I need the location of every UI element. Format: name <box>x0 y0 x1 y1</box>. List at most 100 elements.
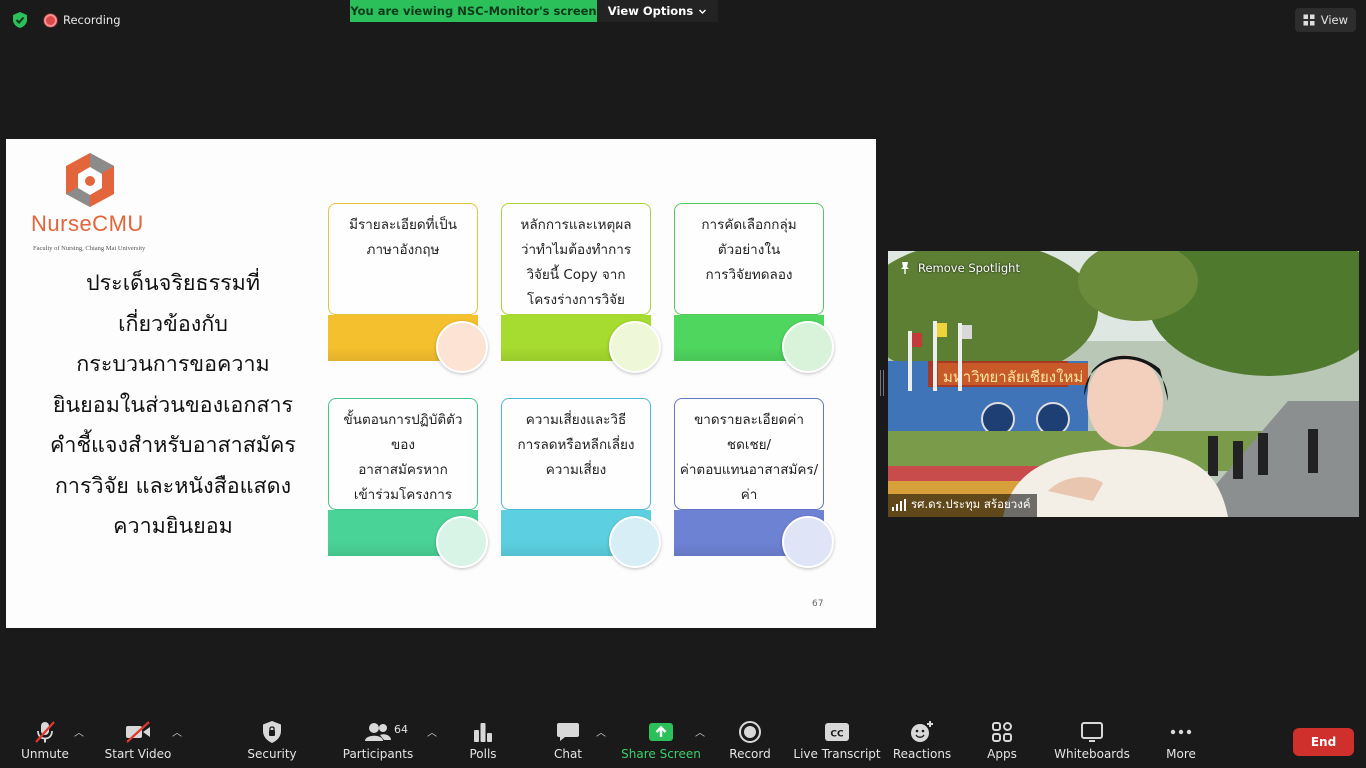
slide-card-text-line: ว่าทำไมต้องทำการ <box>520 242 632 258</box>
slide-card-text-line: หลักการและเหตุผล <box>520 217 632 233</box>
slide-card-text-line: อาสาสมัครหาก <box>358 462 448 478</box>
record-button[interactable]: Record <box>705 720 795 761</box>
apps-label: Apps <box>987 747 1017 761</box>
apps-button[interactable]: Apps <box>957 720 1047 761</box>
record-label: Record <box>729 747 771 761</box>
slide-title-line: ประเด็นจริยธรรมที่ <box>85 271 261 296</box>
view-label: View <box>1320 13 1348 27</box>
live-transcript-label: Live Transcript <box>793 747 881 761</box>
reactions-button[interactable]: Reactions <box>877 720 967 761</box>
chat-options-caret-icon[interactable]: ︿ <box>596 724 606 739</box>
slide-card-text: ความเสี่ยงและวิธีการลดหรือหลีกเลี่ยงความ… <box>501 408 651 483</box>
whiteboards-button[interactable]: Whiteboards <box>1047 720 1137 761</box>
slide-card-text: การคัดเลือกกลุ่ม ตัวอย่างใน การวิจัยทดลอง <box>674 213 824 288</box>
slide-card-circle <box>436 516 488 568</box>
view-options-label: View Options <box>607 4 694 18</box>
remove-spotlight-label: Remove Spotlight <box>918 261 1020 275</box>
view-options-button[interactable]: View Options <box>597 0 718 22</box>
signal-strength-icon <box>892 499 906 511</box>
shield-icon[interactable] <box>10 10 30 30</box>
slide-title-line: เกี่ยวข้องกับ <box>118 311 228 337</box>
video-options-caret-icon[interactable]: ︿ <box>172 724 182 739</box>
end-meeting-button[interactable]: End <box>1293 728 1354 756</box>
shared-slide: NurseCMU Faculty of Nursing, Chiang Mai … <box>6 139 876 628</box>
logo-subtitle: Faculty of Nursing, Chiang Mai Universit… <box>33 245 146 252</box>
end-label: End <box>1310 735 1337 749</box>
slide-card-text-line: ความเสี่ยงและวิธี <box>525 412 627 428</box>
chevron-down-icon <box>699 9 707 14</box>
slide-card-text-line: ค่าตอบแทนอาสาสมัคร/ค่า <box>679 462 819 503</box>
live-transcript-button[interactable]: CC Live Transcript <box>792 720 882 761</box>
participants-options-caret-icon[interactable]: ︿ <box>427 724 437 739</box>
video-background: มหาวิทยาลัยเชียงใหม่ <box>888 251 1359 517</box>
slide-card-circle <box>436 321 488 373</box>
chat-label: Chat <box>553 747 583 761</box>
grid-view-icon <box>1303 14 1315 26</box>
participants-count: 64 <box>394 723 408 736</box>
slide-card-text-line: การวิจัยทดลอง <box>705 267 793 283</box>
remove-spotlight-button[interactable]: Remove Spotlight <box>898 261 1020 275</box>
recording-indicator[interactable]: Recording <box>44 13 121 27</box>
whiteboard-icon <box>1081 722 1103 742</box>
participant-name: รศ.ดร.ประทุม สร้อยวงค์ <box>911 497 1031 511</box>
participants-button[interactable]: Participants <box>333 720 423 761</box>
polls-button[interactable]: Polls <box>438 720 528 761</box>
slide-page-number: 67 <box>812 599 824 609</box>
slide-card-text-line: เข้าร่วมโครงการ <box>353 487 453 503</box>
more-button[interactable]: More <box>1136 720 1226 761</box>
chat-bubble-icon <box>557 723 579 741</box>
meeting-status: Recording <box>10 10 121 30</box>
unmute-label: Unmute <box>21 747 69 761</box>
slide-title-line: ยินยอมในส่วนของเอกสาร <box>52 392 294 418</box>
share-screen-button[interactable]: Share Screen <box>616 720 706 761</box>
slide-card-circle <box>782 321 834 373</box>
polls-chart-icon <box>474 723 492 742</box>
start-video-label: Start Video <box>104 747 172 761</box>
more-label: More <box>1166 747 1196 761</box>
speaker-video-tile[interactable]: มหาวิทยาลัยเชียงใหม่ Remove Spotlight รศ… <box>888 251 1359 517</box>
slide-card-text-line: วิจัยนี้ Copy จาก <box>526 267 626 283</box>
slide-title-line: การวิจัย และหนังสือแสดง <box>54 473 292 499</box>
share-screen-arrow-icon <box>649 723 673 741</box>
slide-card-text-line: การคัดเลือกกลุ่ม <box>701 217 797 233</box>
closed-caption-icon: CC <box>825 723 849 741</box>
audio-options-caret-icon[interactable]: ︿ <box>74 724 84 739</box>
start-video-button[interactable]: Start Video <box>93 720 183 761</box>
share-options-caret-icon[interactable]: ︿ <box>695 724 705 739</box>
apps-icon <box>992 722 1012 742</box>
pin-icon <box>901 262 909 274</box>
cc-badge-text: CC <box>830 730 844 740</box>
slide-card-text: มีรายละเอียดที่เป็นภาษาอังกฤษ <box>328 213 478 263</box>
slide-title-line: ความยินยอม <box>113 514 233 539</box>
slide-card-text-line: มีรายละเอียดที่เป็น <box>349 217 457 233</box>
whiteboards-label: Whiteboards <box>1054 747 1130 761</box>
record-icon <box>739 721 761 743</box>
panel-resize-handle[interactable] <box>880 370 884 396</box>
more-dots-icon <box>1170 729 1192 735</box>
record-dot-icon <box>44 13 57 27</box>
slide-card-circle <box>609 516 661 568</box>
slide-card-text-line: ภาษาอังกฤษ <box>366 242 440 258</box>
nursecmu-hexagon-icon <box>66 153 114 207</box>
slide-card-text-line: โครงร่างการวิจัย <box>527 292 625 308</box>
slide-card-text: ขั้นตอนการปฏิบัติตัวของอาสาสมัครหากเข้าร… <box>328 408 478 508</box>
smiley-plus-icon <box>911 721 933 742</box>
slide-title-line: คำชี้แจงสำหรับอาสาสมัคร <box>50 433 296 458</box>
participants-icon <box>365 723 391 741</box>
slide-card-text-line: ความเสี่ยง <box>545 462 607 478</box>
meeting-toolbar: Unmute ︿ Start Video ︿ Security Particip… <box>0 704 1366 768</box>
slide-title-line: กระบวนการขอความ <box>76 352 270 377</box>
share-screen-label: Share Screen <box>621 747 701 761</box>
view-button[interactable]: View <box>1294 8 1356 32</box>
slide-title: ประเด็นจริยธรรมที่เกี่ยวข้องกับกระบวนการ… <box>28 264 318 548</box>
security-button[interactable]: Security <box>227 720 317 761</box>
screen-share-banner: You are viewing NSC-Monitor's screen Vie… <box>350 0 718 22</box>
recording-label: Recording <box>63 13 121 27</box>
logo-name: NurseCMU <box>31 211 144 236</box>
slide-card-text-line: ขั้นตอนการปฏิบัติตัวของ <box>343 412 463 453</box>
security-label: Security <box>247 747 297 761</box>
slide-card-circle <box>609 321 661 373</box>
slide-card-text-line: ขาดรายละเอียดค่าชดเชย/ <box>694 412 804 453</box>
slide-card-circle <box>782 516 834 568</box>
slide-card-text-line: การลดหรือหลีกเลี่ยง <box>517 437 635 453</box>
